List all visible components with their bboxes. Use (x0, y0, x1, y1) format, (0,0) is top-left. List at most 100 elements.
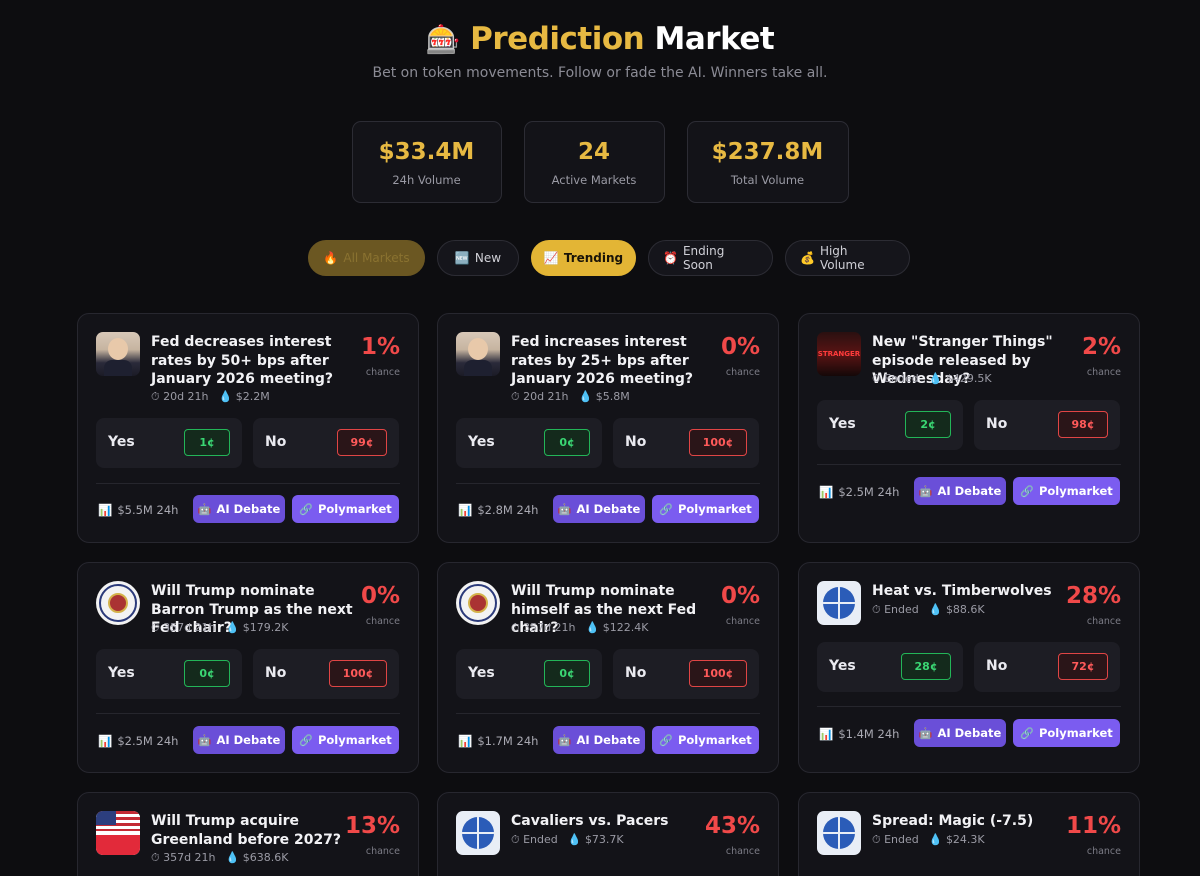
filter-ending-soon[interactable]: ⏰ Ending Soon (648, 240, 773, 276)
market-question[interactable]: Fed decreases interest rates by 50+ bps … (151, 333, 365, 389)
polymarket-button[interactable]: 🔗 Polymarket (652, 495, 759, 523)
no-option[interactable]: No 100¢ (613, 418, 759, 468)
market-image (817, 811, 861, 855)
polymarket-button[interactable]: 🔗 Polymarket (652, 726, 759, 754)
liquidity: $24.3K (945, 833, 985, 846)
market-meta: ⏱ Ended 💧 $429.5K (872, 372, 992, 386)
market-card[interactable]: Will Trump nominate himself as the next … (437, 562, 779, 773)
no-option[interactable]: No 100¢ (253, 649, 399, 699)
chance-percent: 0% (720, 334, 760, 360)
droplet-icon: 💧 (928, 603, 943, 616)
link-icon: 🔗 (1020, 726, 1034, 740)
title-market: Market (654, 21, 775, 57)
ai-debate-button[interactable]: 🤖 AI Debate (553, 495, 645, 523)
time-remaining: Ended (884, 603, 919, 616)
yes-price: 0¢ (184, 660, 230, 687)
bar-chart-icon: 📊 (819, 727, 834, 741)
market-meta: ⏱ 357d 21h 💧 $122.4K (511, 621, 648, 635)
chance-label: chance (725, 367, 760, 378)
ai-debate-button[interactable]: 🤖 AI Debate (193, 726, 285, 754)
no-label: No (986, 658, 1008, 674)
market-card[interactable]: Fed increases interest rates by 25+ bps … (437, 313, 779, 543)
link-icon: 🔗 (299, 502, 313, 516)
chance-label: chance (365, 616, 400, 627)
divider (817, 706, 1121, 707)
button-label: AI Debate (576, 502, 641, 516)
droplet-icon: 💧 (928, 372, 943, 385)
market-card[interactable]: Cavaliers vs. Pacers ⏱ Ended 💧 $73.7K 43… (437, 792, 779, 876)
yes-option[interactable]: Yes 0¢ (456, 649, 602, 699)
no-option[interactable]: No 98¢ (974, 400, 1120, 450)
market-question[interactable]: Fed increases interest rates by 25+ bps … (511, 333, 725, 389)
button-label: AI Debate (216, 733, 281, 747)
button-label: Polymarket (317, 733, 392, 747)
button-label: Polymarket (677, 502, 752, 516)
market-card[interactable]: Heat vs. Timberwolves ⏱ Ended 💧 $88.6K 2… (798, 562, 1140, 773)
stat-value: $237.8M (711, 139, 824, 165)
bar-chart-icon: 📊 (458, 734, 473, 748)
timer-icon: ⏱ 357d 21h (151, 851, 216, 864)
filter-all-markets[interactable]: 🔥 All Markets (308, 240, 425, 276)
link-icon: 🔗 (1020, 484, 1034, 498)
market-question[interactable]: Spread: Magic (-7.5) (872, 812, 1086, 831)
chance-label: chance (365, 367, 400, 378)
title-prediction: Prediction (470, 21, 645, 57)
yes-option[interactable]: Yes 2¢ (817, 400, 963, 450)
time-remaining: 357d 21h (163, 621, 216, 634)
polymarket-button[interactable]: 🔗 Polymarket (1013, 477, 1120, 505)
polymarket-button[interactable]: 🔗 Polymarket (292, 726, 399, 754)
chance-percent: 43% (704, 813, 760, 839)
market-card[interactable]: Will Trump acquire Greenland before 2027… (77, 792, 419, 876)
ai-debate-button[interactable]: 🤖 AI Debate (193, 495, 285, 523)
liquidity: $179.2K (242, 621, 289, 634)
market-question[interactable]: Heat vs. Timberwolves (872, 582, 1086, 601)
time-remaining: 20d 21h (523, 390, 569, 403)
link-icon: 🔗 (659, 733, 673, 747)
yes-option[interactable]: Yes 1¢ (96, 418, 242, 468)
liquidity: $5.8M (595, 390, 630, 403)
robot-icon: 🤖 (197, 502, 212, 516)
market-image (96, 581, 140, 625)
no-option[interactable]: No 72¢ (974, 642, 1120, 692)
market-card[interactable]: Will Trump nominate Barron Trump as the … (77, 562, 419, 773)
market-card[interactable]: STRANGER New "Stranger Things" episode r… (798, 313, 1140, 543)
yes-option[interactable]: Yes 0¢ (456, 418, 602, 468)
yes-option[interactable]: Yes 0¢ (96, 649, 242, 699)
link-icon: 🔗 (659, 502, 673, 516)
no-option[interactable]: No 99¢ (253, 418, 399, 468)
stats-row: $33.4M 24h Volume 24 Active Markets $237… (0, 121, 1200, 203)
robot-icon: 🤖 (197, 733, 212, 747)
divider (817, 464, 1121, 465)
button-label: Polymarket (1038, 726, 1113, 740)
filter-high-volume[interactable]: 💰 High Volume (785, 240, 910, 276)
ai-debate-button[interactable]: 🤖 AI Debate (914, 477, 1006, 505)
filter-label: Trending (563, 251, 624, 265)
basketball-icon (462, 817, 494, 849)
time-remaining: Ended (884, 372, 919, 385)
polymarket-button[interactable]: 🔗 Polymarket (292, 495, 399, 523)
market-question[interactable]: Cavaliers vs. Pacers (511, 812, 725, 831)
no-label: No (986, 416, 1008, 432)
ai-debate-button[interactable]: 🤖 AI Debate (553, 726, 645, 754)
no-price: 100¢ (689, 429, 747, 456)
liquidity: $429.5K (945, 372, 992, 385)
market-card[interactable]: Fed decreases interest rates by 50+ bps … (77, 313, 419, 543)
chance-label: chance (1086, 616, 1121, 627)
stat-total-volume: $237.8M Total Volume (686, 121, 849, 203)
filter-new[interactable]: 🆕 New (437, 240, 519, 276)
filter-trending[interactable]: 📈 Trending (531, 240, 636, 276)
link-icon: 🔗 (299, 733, 313, 747)
yes-price: 28¢ (901, 653, 951, 680)
market-image: STRANGER (817, 332, 861, 376)
market-card[interactable]: Spread: Magic (-7.5) ⏱ Ended 💧 $24.3K 11… (798, 792, 1140, 876)
filter-label: Ending Soon (682, 244, 725, 272)
droplet-icon: 💧 (585, 621, 600, 634)
polymarket-button[interactable]: 🔗 Polymarket (1013, 719, 1120, 747)
no-option[interactable]: No 100¢ (613, 649, 759, 699)
yes-price: 0¢ (544, 660, 590, 687)
fire-icon: 🔥 (323, 251, 339, 265)
chance-percent: 0% (720, 583, 760, 609)
market-question[interactable]: Will Trump acquire Greenland before 2027… (151, 812, 365, 849)
ai-debate-button[interactable]: 🤖 AI Debate (914, 719, 1006, 747)
yes-option[interactable]: Yes 28¢ (817, 642, 963, 692)
